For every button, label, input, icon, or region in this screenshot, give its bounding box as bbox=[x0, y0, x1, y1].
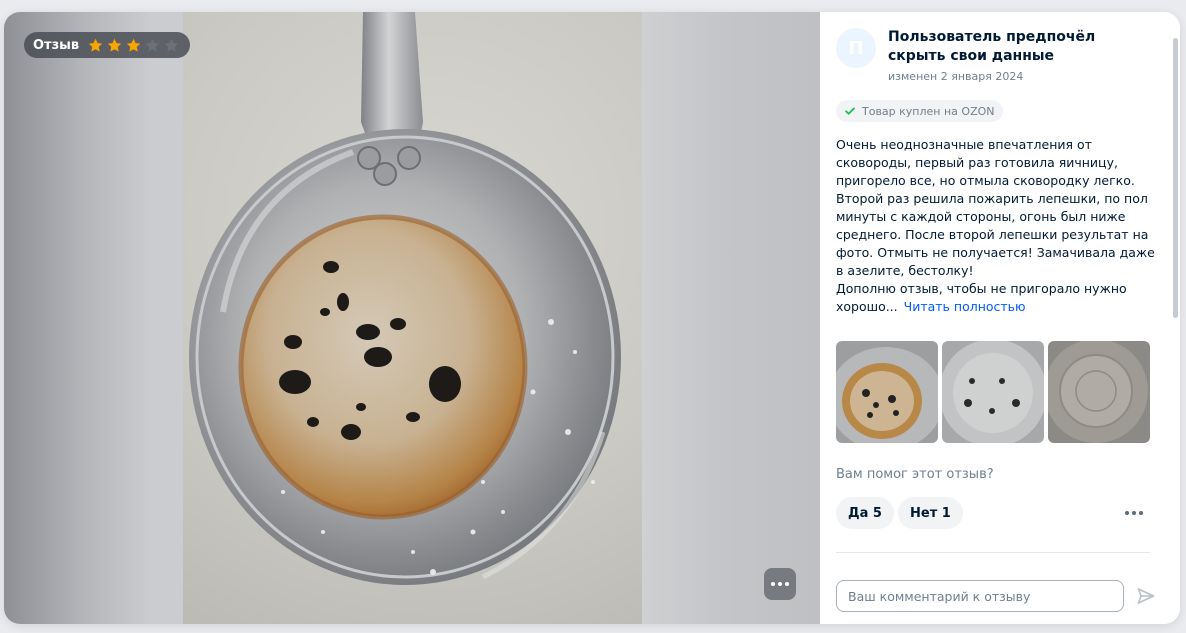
avatar-letter: П bbox=[848, 37, 864, 59]
send-icon bbox=[1137, 588, 1155, 604]
review-panel: П Пользователь предпочёл скрыть свои дан… bbox=[820, 12, 1180, 624]
photo-thumbnail[interactable] bbox=[836, 341, 938, 443]
badge-label: Отзыв bbox=[33, 37, 80, 53]
star-empty-icon bbox=[145, 38, 160, 52]
more-dots-icon bbox=[1125, 511, 1129, 515]
review-paragraph: Очень неоднозначные впечатления от сково… bbox=[836, 137, 1155, 278]
review-paragraph-continued: Дополню отзыв, чтобы не пригорало нужно … bbox=[836, 281, 1127, 314]
divider bbox=[836, 552, 1150, 553]
photo-thumbnail[interactable] bbox=[1048, 341, 1150, 443]
review-photo bbox=[183, 12, 642, 624]
send-comment-button[interactable] bbox=[1134, 581, 1158, 611]
bought-label: Товар куплен на OZON bbox=[862, 104, 995, 118]
review-rating-badge: Отзыв bbox=[24, 32, 191, 58]
comment-input[interactable] bbox=[836, 580, 1124, 612]
scrollbar-thumb[interactable] bbox=[1173, 38, 1178, 318]
bought-on-ozon-badge: Товар куплен на OZON bbox=[836, 100, 1003, 122]
vote-no-button[interactable]: Нет 1 bbox=[898, 497, 963, 529]
avatar: П bbox=[836, 28, 876, 68]
check-icon bbox=[845, 107, 855, 115]
review-date: изменен 2 января 2024 bbox=[888, 70, 1024, 83]
review-author: П Пользователь предпочёл скрыть свои дан… bbox=[836, 28, 1156, 83]
star-empty-icon bbox=[164, 38, 179, 52]
photo-thumbnail[interactable] bbox=[942, 341, 1044, 443]
media-viewer[interactable]: Отзыв bbox=[4, 12, 820, 624]
vote-yes-button[interactable]: Да 5 bbox=[836, 497, 894, 529]
helpful-question: Вам помог этот отзыв? bbox=[836, 467, 994, 482]
author-name: Пользователь предпочёл скрыть свои данны… bbox=[888, 29, 1096, 64]
star-icon bbox=[107, 38, 122, 52]
star-icon bbox=[126, 38, 141, 52]
review-photo-thumbnails bbox=[836, 341, 1150, 443]
review-text: Очень неоднозначные впечатления от сково… bbox=[836, 136, 1156, 316]
media-more-button[interactable] bbox=[764, 568, 796, 600]
read-more-link[interactable]: Читать полностью bbox=[904, 299, 1026, 314]
review-modal: Отзыв П Пользователь предпочёл скрыть св… bbox=[4, 12, 1180, 624]
review-more-button[interactable] bbox=[1123, 504, 1145, 522]
rating-stars bbox=[87, 37, 180, 54]
more-dots-icon bbox=[771, 582, 775, 586]
star-icon bbox=[88, 38, 103, 52]
